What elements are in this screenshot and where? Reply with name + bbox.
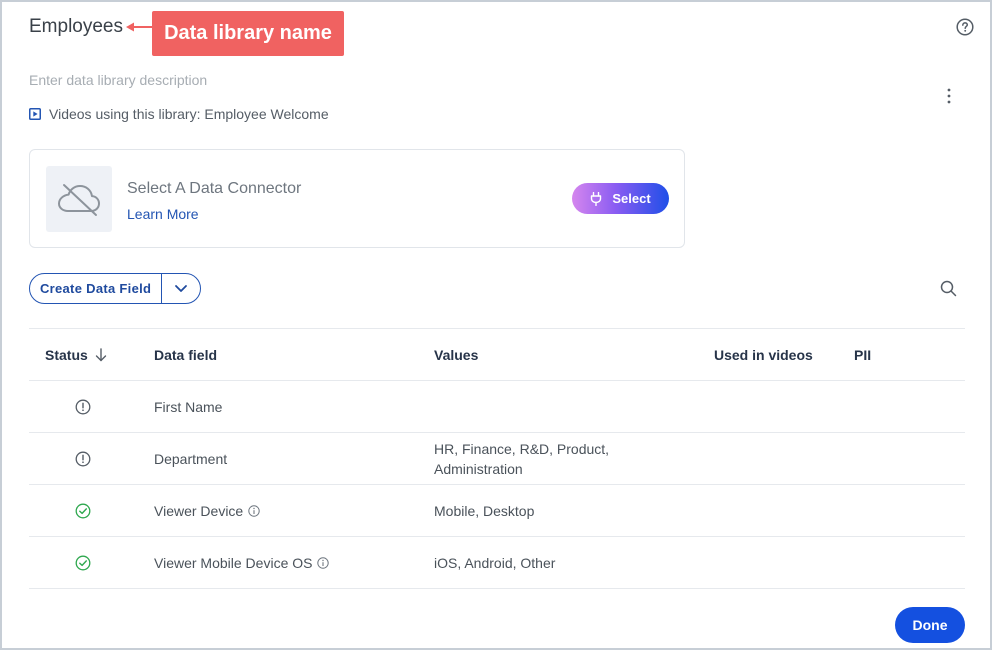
more-options-icon[interactable] bbox=[942, 87, 956, 105]
create-options-dropdown[interactable] bbox=[162, 274, 200, 303]
select-label: Select bbox=[612, 191, 651, 206]
field-values: Mobile, Desktop bbox=[434, 502, 535, 519]
field-values bbox=[434, 381, 664, 432]
table-header: Status Data field Values Used in videos … bbox=[29, 328, 965, 381]
warning-status-icon bbox=[75, 399, 91, 414]
help-icon[interactable] bbox=[956, 18, 974, 36]
field-name: Department bbox=[154, 450, 228, 467]
callout-arrow-icon bbox=[126, 22, 152, 32]
field-values: iOS, Android, Other bbox=[434, 554, 556, 571]
field-name: Viewer Device bbox=[154, 502, 244, 519]
create-data-field-split-button: Create Data Field bbox=[29, 273, 201, 304]
data-fields-table: Status Data field Values Used in videos … bbox=[29, 328, 965, 589]
column-pii: PII bbox=[854, 347, 872, 363]
status-cell bbox=[75, 433, 93, 484]
field-values: HR, Finance, R&D, Product, Administratio… bbox=[434, 440, 610, 477]
done-button[interactable]: Done bbox=[895, 607, 965, 643]
status-cell bbox=[75, 537, 93, 588]
data-library-panel: Employees Data library name Enter data l… bbox=[0, 0, 992, 650]
field-name-with-info: Viewer Device bbox=[154, 485, 260, 536]
data-connector-card: Select A Data Connector Learn More Selec… bbox=[29, 149, 685, 248]
info-icon[interactable] bbox=[248, 504, 260, 517]
column-status-label: Status bbox=[45, 347, 88, 363]
select-connector-button[interactable]: Select bbox=[572, 183, 669, 214]
plug-icon bbox=[591, 191, 602, 206]
table-row[interactable]: Department HR, Finance, R&D, Product, Ad… bbox=[29, 433, 965, 485]
check-status-icon bbox=[75, 503, 91, 518]
search-icon[interactable] bbox=[940, 280, 957, 297]
column-used-in-videos: Used in videos bbox=[714, 347, 813, 363]
table-row[interactable]: First Name bbox=[29, 381, 965, 433]
info-icon[interactable] bbox=[317, 556, 330, 569]
field-name-with-info: Viewer Mobile Device OS bbox=[154, 537, 330, 588]
column-values: Values bbox=[434, 347, 479, 363]
videos-text[interactable]: Videos using this library: Employee Welc… bbox=[49, 106, 329, 122]
description-input[interactable]: Enter data library description bbox=[29, 72, 207, 88]
column-data-field: Data field bbox=[154, 347, 218, 363]
connector-placeholder bbox=[46, 166, 112, 232]
chevron-down-icon bbox=[175, 285, 188, 292]
status-cell bbox=[75, 485, 93, 536]
videos-using-library: Videos using this library: Employee Welc… bbox=[29, 106, 329, 122]
create-data-field-button[interactable]: Create Data Field bbox=[30, 281, 161, 296]
learn-more-link[interactable]: Learn More bbox=[127, 206, 199, 222]
status-cell bbox=[75, 381, 93, 432]
connector-title: Select A Data Connector bbox=[127, 180, 302, 197]
table-row[interactable]: Viewer Mobile Device OS iOS, Android, Ot… bbox=[29, 537, 965, 589]
column-status[interactable]: Status bbox=[45, 329, 107, 381]
table-row[interactable]: Viewer Device Mobile, Desktop bbox=[29, 485, 965, 537]
field-name: Viewer Mobile Device OS bbox=[154, 554, 313, 571]
annotation-callout: Data library name bbox=[152, 11, 344, 56]
field-name: First Name bbox=[154, 398, 223, 415]
video-icon bbox=[29, 108, 41, 120]
check-status-icon bbox=[75, 555, 91, 570]
sort-arrow-down-icon bbox=[95, 348, 106, 362]
cloud-off-icon bbox=[58, 184, 100, 216]
warning-status-icon bbox=[75, 451, 91, 466]
library-title[interactable]: Employees bbox=[29, 16, 123, 38]
